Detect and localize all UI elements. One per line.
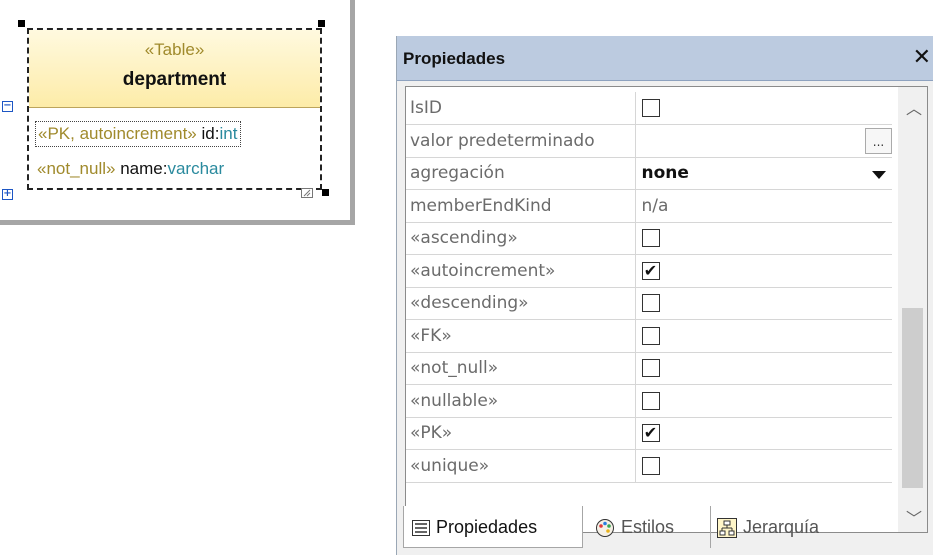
uml-class-box[interactable]: «Table» department «PK, autoincrement» i… [27,28,322,190]
attribute-name: id [201,124,215,143]
attribute-name: name [120,159,163,178]
attribute-stereotype: «PK, autoincrement» [38,124,197,143]
property-checkbox[interactable] [641,326,660,345]
tab-jerarquia[interactable]: Jerarquía [710,506,819,548]
property-value [635,384,892,418]
property-text: n/a [641,195,669,216]
tab-propiedades[interactable]: Propiedades [403,506,583,548]
selection-handle-top-right[interactable] [318,20,325,27]
tab-label: Propiedades [436,517,538,537]
property-value [635,222,892,255]
property-dropdown[interactable]: none [635,157,892,190]
property-name: «descending» [406,287,636,320]
scrollbar-thumb[interactable] [902,308,923,488]
property-name: «autoincrement» [406,254,636,288]
property-row[interactable]: «ascending» [406,222,892,255]
property-row[interactable]: «FK» [406,319,892,353]
property-name: memberEndKind [406,189,636,223]
tab-label: Estilos [621,517,675,537]
property-name: valor predeterminado [406,124,636,158]
property-value: ✔ [635,417,892,450]
property-checkbox[interactable]: ✔ [641,424,660,443]
diagram-canvas[interactable]: «Table» department «PK, autoincrement» i… [0,0,355,225]
property-row[interactable]: valor predeterminado... [406,124,892,158]
property-value [635,92,892,125]
palette-icon [596,519,614,538]
property-name: «FK» [406,319,636,353]
property-row[interactable]: «autoincrement» ✔ [406,254,892,288]
attribute-type: varchar [167,159,225,178]
property-row[interactable]: «PK» ✔ [406,417,892,450]
ellipsis-button[interactable]: ... [865,128,892,154]
selection-handle-top-left[interactable] [18,20,25,27]
property-value [635,352,892,385]
property-input[interactable]: ... [635,124,892,158]
property-table: IsID valor predeterminado... agregación non… [406,92,892,483]
property-name: IsID [406,92,636,125]
property-name: «PK» [406,417,636,450]
class-name[interactable]: department [29,69,320,91]
property-row[interactable]: «descending» [406,287,892,320]
attribute-row[interactable]: «PK, autoincrement» id:int [35,121,242,147]
property-checkbox[interactable]: ✔ [641,261,660,280]
property-name: «ascending» [406,222,636,255]
list-icon [412,520,430,537]
hierarchy-icon [717,518,737,539]
property-name: «unique» [406,449,636,483]
property-name: agregación [406,157,636,190]
property-checkbox[interactable] [641,294,660,313]
chevron-down-icon[interactable] [872,170,886,179]
panel-title-bar: Propiedades ✕ [397,36,933,81]
resize-grip-icon[interactable] [301,188,313,198]
property-name: «not_null» [406,352,636,385]
dropdown-value: none [641,163,689,184]
property-checkbox[interactable] [641,359,660,378]
properties-panel: Propiedades ✕ IsID valor predeterminado..… [396,36,933,555]
property-value: ✔ [635,254,892,288]
property-row[interactable]: IsID [406,92,892,125]
screenshot-root: «Table» department «PK, autoincrement» i… [0,0,933,555]
attribute-stereotype: «not_null» [37,159,116,178]
panel-title: Propiedades [403,49,506,68]
tab-estilos[interactable]: Estilos [593,506,674,548]
property-value [635,287,892,320]
property-checkbox[interactable] [641,456,660,475]
property-row[interactable]: «not_null» [406,352,892,385]
property-name: «nullable» [406,384,636,418]
uml-class-header: «Table» department [29,30,320,108]
property-row[interactable]: «nullable» [406,384,892,418]
class-stereotype: «Table» [144,40,205,59]
property-checkbox[interactable] [641,391,660,410]
property-grid: IsID valor predeterminado... agregación non… [405,86,928,533]
attribute-type: int [219,124,238,143]
vertical-scrollbar[interactable]: ︿ ﹀ [898,87,927,532]
panel-tabbar: Propiedades Estilos Jerarquía [397,506,933,555]
tab-label: Jerarquía [743,517,820,537]
close-icon[interactable]: ✕ [913,45,931,70]
property-value: n/a [635,189,892,223]
scroll-up-icon[interactable]: ︿ [906,95,922,119]
selection-handle-bottom-right[interactable] [322,189,329,196]
attribute-row[interactable]: «not_null» name:varchar [35,159,224,179]
property-row[interactable]: «unique» [406,449,892,483]
property-value [635,319,892,353]
expand-operations-icon[interactable]: + [2,189,13,200]
property-row[interactable]: memberEndKind n/a [406,189,892,223]
property-checkbox[interactable] [641,99,660,117]
property-row[interactable]: agregación none [406,157,892,190]
property-value [635,449,892,483]
property-checkbox[interactable] [641,229,660,248]
collapse-attributes-icon[interactable]: − [2,101,13,112]
